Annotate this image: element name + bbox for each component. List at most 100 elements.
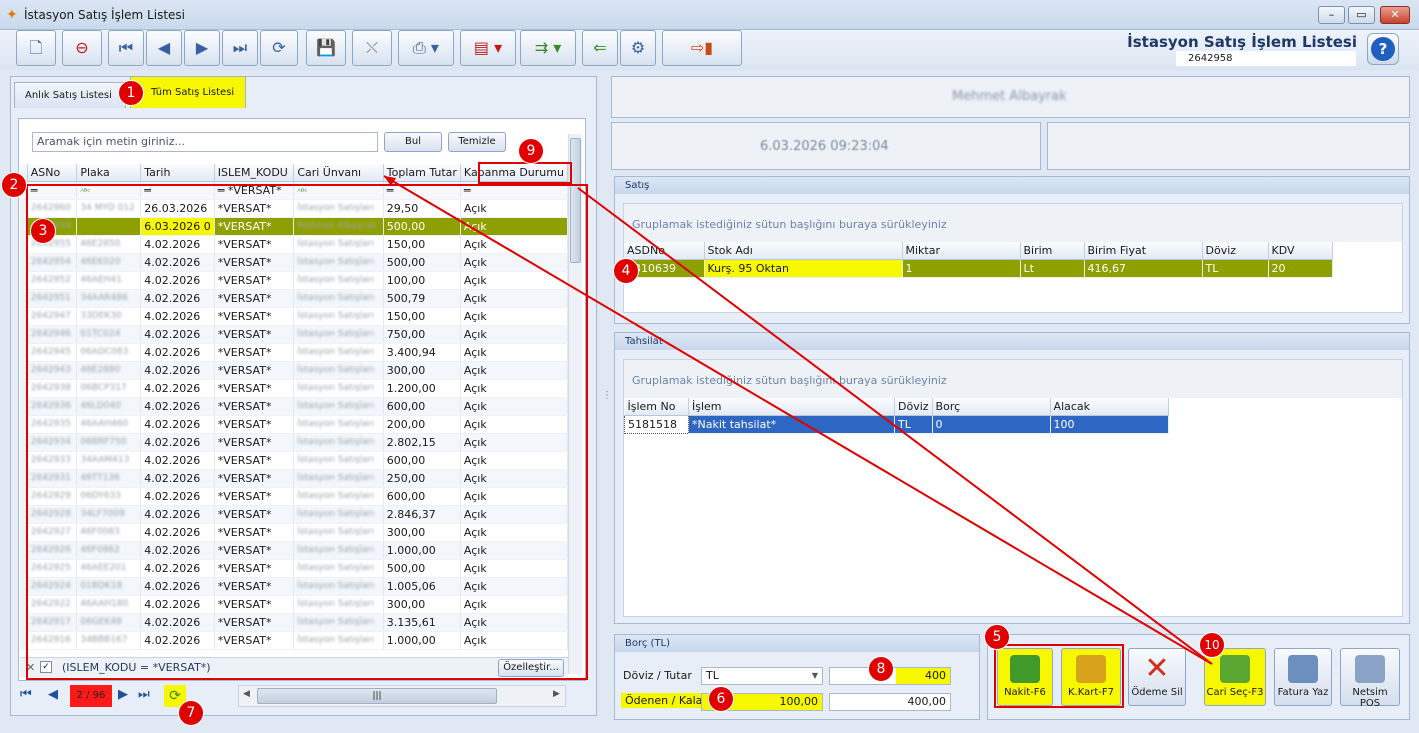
satis-grid: Gruplamak istediğiniz sütun başlığını bu…	[623, 203, 1403, 313]
col-tahsilat-doviz[interactable]: Döviz	[894, 398, 933, 416]
splitter-handle[interactable]: ⋮	[602, 390, 612, 401]
borc-section: Borç (TL) Döviz / Tutar TL ▼ 400 Ödenen …	[614, 634, 980, 720]
chevron-down-icon: ▼	[811, 671, 818, 680]
doviz-select[interactable]: TL ▼	[701, 667, 823, 685]
col-miktar[interactable]: Miktar	[902, 242, 1021, 260]
col-birim[interactable]: Birim	[1020, 242, 1085, 260]
app-logo-icon: ✦	[6, 7, 18, 23]
col-borc[interactable]: Borç	[932, 398, 1051, 416]
col-asdno[interactable]: ASDNo	[624, 242, 705, 260]
datetime-box: 6.03.2026 09:23:04	[611, 122, 1041, 170]
col-islem-kodu[interactable]: ISLEM_KODU	[214, 164, 295, 182]
odenen-kalan-label: Ödenen / Kalan	[621, 693, 714, 708]
scroll-right-icon[interactable]: ▶	[553, 689, 560, 699]
col-stok-adi[interactable]: Stok Adı	[704, 242, 903, 260]
nav-next-icon[interactable]: ▶	[118, 687, 128, 702]
settings-tool-icon[interactable]: ⚙	[620, 30, 656, 66]
tahsilat-borc: 0	[932, 415, 1051, 434]
hscroll-thumb[interactable]: |||	[257, 688, 497, 704]
badge-9: 9	[518, 138, 544, 164]
col-kdv[interactable]: KDV	[1268, 242, 1333, 260]
satis-row[interactable]: 4310639 Kurş. 95 Oktan 1 Lt 416,67 TL 20	[624, 259, 1333, 278]
satis-doviz: TL	[1202, 259, 1269, 278]
doviz-select-value: TL	[706, 669, 719, 682]
clear-button[interactable]: Temizle	[448, 132, 506, 152]
cari-sec-label: Cari Seç-F3	[1206, 687, 1264, 698]
exit-icon[interactable]: ⇨▮	[662, 30, 742, 66]
new-record-icon[interactable]: 🗋	[16, 30, 56, 66]
record-number: 2642958	[1176, 51, 1356, 66]
borc-title: Borç (TL)	[615, 635, 979, 652]
contact-card-icon	[1220, 655, 1250, 683]
nav-position: 2 / 96	[70, 685, 112, 707]
tab-tum-satis[interactable]: Tüm Satış Listesi	[130, 76, 246, 108]
doviz-tutar-label: Döviz / Tutar	[623, 669, 692, 682]
close-button[interactable]: ✕	[1380, 6, 1410, 24]
col-islem-no[interactable]: İşlem No	[624, 398, 689, 416]
pdf-export-icon[interactable]: ▤ ▾	[460, 30, 516, 66]
nav-prev-icon[interactable]: ◀	[48, 687, 58, 702]
satis-title: Satış	[615, 177, 1409, 194]
kalan-input[interactable]: 400,00	[829, 693, 951, 711]
tahsilat-grid: Gruplamak istediğiniz sütun başlığını bu…	[623, 359, 1403, 617]
satis-stok: Kurş. 95 Oktan	[704, 259, 903, 278]
cancel-save-icon[interactable]: ⛌	[352, 30, 392, 66]
badge-5: 5	[984, 624, 1010, 650]
tahsilat-islem: *Nakit tahsilat*	[688, 415, 895, 434]
help-icon: ?	[1371, 37, 1395, 61]
col-birim-fiyat[interactable]: Birim Fiyat	[1084, 242, 1203, 260]
delete-record-icon[interactable]: ⊖	[62, 30, 102, 66]
first-record-icon[interactable]: ⏮	[108, 30, 144, 66]
satis-table: ASDNo Stok Adı Miktar Birim Birim Fiyat …	[624, 242, 1333, 278]
col-toplam-tutar[interactable]: Toplam Tutar	[383, 164, 461, 182]
badge-7: 7	[178, 700, 204, 726]
maximize-button[interactable]: ▭	[1348, 6, 1375, 24]
tahsilat-doviz: TL	[894, 415, 933, 434]
delete-x-icon: ✕	[1144, 651, 1170, 686]
badge-3: 3	[30, 218, 56, 244]
title-bar: ✦ İstasyon Satış İşlem Listesi – ▭ ✕	[0, 0, 1419, 30]
satis-miktar: 1	[902, 259, 1021, 278]
refresh-icon[interactable]: ⟳	[260, 30, 298, 66]
col-doviz[interactable]: Döviz	[1202, 242, 1269, 260]
next-record-icon[interactable]: ▶	[184, 30, 220, 66]
satis-birim: Lt	[1020, 259, 1085, 278]
netsim-pos-button[interactable]: Netsim POS	[1340, 648, 1400, 709]
prev-record-icon[interactable]: ◀	[146, 30, 182, 66]
minimize-button[interactable]: –	[1318, 6, 1345, 24]
save-icon[interactable]: 💾	[306, 30, 346, 66]
print-icon[interactable]: ⎙ ▾	[398, 30, 454, 66]
help-button[interactable]: ?	[1367, 33, 1399, 65]
import-icon[interactable]: ⇐	[582, 30, 618, 66]
badge-1: 1	[118, 80, 144, 106]
netsim-label: Netsim POS	[1352, 687, 1388, 709]
sale-datetime: 6.03.2026 09:23:04	[760, 139, 889, 154]
satis-kdv: 20	[1268, 259, 1333, 278]
col-alacak[interactable]: Alacak	[1050, 398, 1169, 416]
odeme-sil-button[interactable]: ✕ Ödeme Sil	[1128, 648, 1186, 706]
odeme-sil-label: Ödeme Sil	[1131, 687, 1183, 698]
search-input[interactable]: Aramak için metin giriniz...	[32, 132, 378, 152]
col-tarih[interactable]: Tarih	[140, 164, 215, 182]
info-box-empty	[1047, 122, 1410, 170]
search-button[interactable]: Bul	[384, 132, 442, 152]
tahsilat-section: Tahsilat Gruplamak istediğiniz sütun baş…	[614, 332, 1410, 624]
annotation-box-kapanma	[478, 162, 572, 184]
nav-first-icon[interactable]: ⏮	[20, 687, 32, 702]
col-islem[interactable]: İşlem	[688, 398, 895, 416]
col-cari-unvani[interactable]: Cari Ünvanı	[293, 164, 384, 182]
fatura-yaz-button[interactable]: Fatura Yaz	[1274, 648, 1332, 706]
col-asno[interactable]: ASNo	[27, 164, 78, 182]
customer-name: Mehmet Albayrak	[952, 89, 1067, 104]
tab-anlik-satis[interactable]: Anlık Satış Listesi	[14, 82, 126, 108]
fatura-label: Fatura Yaz	[1277, 687, 1329, 698]
last-record-icon[interactable]: ⏭	[222, 30, 258, 66]
scroll-left-icon[interactable]: ◀	[243, 689, 250, 699]
col-plaka[interactable]: Plaka	[76, 164, 142, 182]
tahsilat-row[interactable]: 5181518 *Nakit tahsilat* TL 0 100	[624, 414, 1169, 434]
export-icon[interactable]: ⇉ ▾	[520, 30, 576, 66]
annotation-box-payment	[994, 644, 1124, 708]
horizontal-scrollbar[interactable]: ◀ ||| ▶	[238, 685, 566, 707]
nav-last-icon[interactable]: ⏭	[138, 687, 150, 702]
tahsilat-table: İşlem No İşlem Döviz Borç Alacak 5181518…	[624, 398, 1169, 434]
